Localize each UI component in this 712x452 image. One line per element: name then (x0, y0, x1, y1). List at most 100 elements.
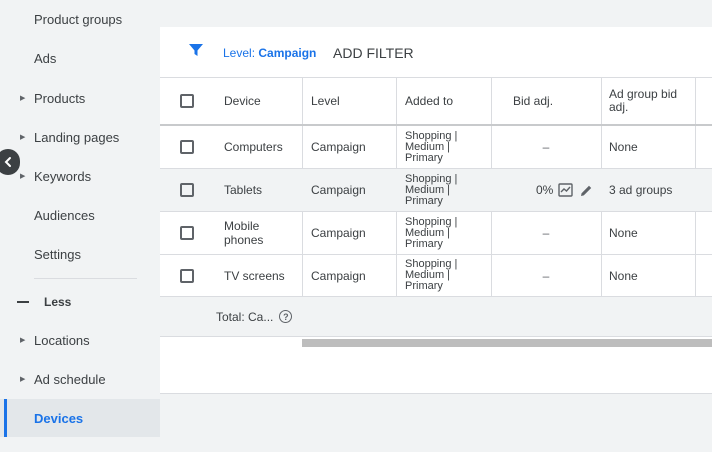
column-header-bid-adj[interactable]: Bid adj. (513, 78, 553, 124)
bid-adj-cell[interactable]: – (491, 126, 601, 168)
sidebar-item-ad-schedule[interactable]: ▶ Ad schedule (0, 360, 160, 398)
sidebar-item-label: Product groups (34, 11, 123, 27)
added-to-line: Medium | (405, 183, 451, 196)
row-checkbox-cell (180, 169, 194, 211)
column-header-line: adj. (609, 100, 629, 114)
column-header-level[interactable]: Level (311, 78, 340, 124)
sidebar-item-landing-pages[interactable]: ▶ Landing pages (0, 118, 160, 156)
added-to-cell: Shopping | Medium | Primary (405, 255, 457, 296)
ad-group-bid-adj-cell[interactable]: 3 ad groups (609, 169, 672, 211)
added-to-line: Shopping | (405, 129, 458, 142)
less-toggle[interactable]: Less (0, 286, 160, 318)
row-checkbox[interactable] (180, 268, 194, 283)
added-to-line: Primary (405, 194, 443, 207)
column-header-device[interactable]: Device (224, 78, 261, 124)
level-filter-prefix: Level: (223, 46, 259, 60)
table-header-row: Device Level Added to Bid adj. Ad group … (160, 77, 712, 126)
main-content: Level: Campaign ADD FILTER Device Level … (160, 0, 712, 452)
sidebar-item-keywords[interactable]: ▶ Keywords (0, 157, 160, 195)
device-line: Mobile (224, 219, 260, 233)
expand-triangle-icon: ▶ (20, 376, 26, 383)
sidebar-divider (34, 278, 137, 279)
device-cell: Computers (224, 140, 283, 154)
help-circle-icon[interactable]: ? (279, 310, 293, 323)
table-row: Mobile phones Campaign Shopping | Medium… (160, 212, 712, 255)
sidebar-item-label: Audiences (34, 207, 95, 223)
column-header-added-to[interactable]: Added to (405, 78, 453, 124)
filter-bar: Level: Campaign ADD FILTER (160, 27, 712, 77)
added-to-line: Shopping | (405, 172, 458, 185)
sidebar-item-label: Devices (34, 410, 84, 426)
sidebar-item-ads[interactable]: Ads (0, 39, 160, 77)
sidebar-item-locations[interactable]: ▶ Locations (0, 321, 160, 359)
added-to-cell: Shopping | Medium | Primary (405, 212, 457, 254)
device-cell: TV screens (224, 268, 285, 283)
added-to-line: Primary (405, 237, 443, 250)
row-checkbox-cell (180, 255, 194, 296)
sidebar-item-label: Locations (34, 332, 90, 348)
table-row: Computers Campaign Shopping | Medium | P… (160, 126, 712, 169)
device-line: phones (224, 233, 264, 247)
horizontal-scrollbar[interactable] (302, 339, 712, 347)
row-checkbox-cell (180, 212, 194, 254)
pencil-icon[interactable] (580, 184, 593, 197)
level-cell: Campaign (311, 268, 366, 283)
sidebar-item-devices[interactable]: Devices (0, 399, 160, 437)
sidebar-item-settings[interactable]: Settings (0, 235, 160, 273)
expand-triangle-icon: ▶ (20, 95, 26, 102)
level-cell: Campaign (311, 140, 366, 154)
expand-triangle-icon: ▶ (20, 173, 26, 180)
total-row: Total: Ca... ? (160, 297, 712, 337)
sidebar-item-audiences[interactable]: Audiences (0, 196, 160, 234)
bottom-panel (160, 393, 712, 452)
device-cell: Tablets (224, 183, 263, 197)
top-strip (160, 0, 712, 27)
bid-adj-value: 0% (536, 183, 554, 197)
sidebar-item-products[interactable]: ▶ Products (0, 79, 160, 117)
sidebar-item-label: Products (34, 90, 86, 106)
column-header-ad-group-bid-adj[interactable]: Ad group bid adj. (609, 78, 677, 124)
minus-icon (17, 301, 29, 303)
level-filter-chip[interactable]: Level: Campaign (223, 46, 316, 60)
add-filter-button[interactable]: ADD FILTER (333, 45, 414, 61)
ad-group-bid-adj-cell: None (609, 140, 638, 154)
trend-chart-icon[interactable] (558, 183, 574, 197)
select-all-checkbox-cell (180, 78, 194, 124)
sidebar-item-label: Ad schedule (34, 371, 106, 387)
ad-group-bid-adj-cell: None (609, 226, 638, 240)
sidebar-item-label: Settings (34, 246, 81, 262)
expand-triangle-icon: ▶ (20, 337, 26, 344)
sidebar-item-product-groups[interactable]: Product groups (0, 0, 160, 38)
device-cell: Mobile phones (224, 212, 263, 254)
bid-adj-cell[interactable]: – (491, 255, 601, 296)
added-to-cell: Shopping | Medium | Primary (405, 126, 457, 168)
sidebar-item-label: Keywords (34, 168, 92, 184)
added-to-line: Primary (405, 151, 443, 164)
level-cell: Campaign (311, 183, 366, 197)
sidebar-item-label: Landing pages (34, 129, 120, 145)
sidebar-nav: Product groups Ads ▶ Products ▶ Landing … (0, 0, 160, 452)
row-checkbox[interactable] (180, 183, 194, 197)
select-all-checkbox[interactable] (180, 94, 194, 108)
table-row: Tablets Campaign Shopping | Medium | Pri… (160, 169, 712, 212)
bid-adj-cell[interactable]: 0% (536, 169, 593, 211)
row-checkbox[interactable] (180, 140, 194, 154)
added-to-line: Primary (405, 280, 443, 292)
total-cell: Total: Ca... ? (216, 297, 293, 336)
filter-funnel-icon[interactable] (188, 42, 204, 58)
sidebar-item-label: Ads (34, 50, 57, 66)
active-indicator (4, 399, 7, 437)
added-to-line: Medium | (405, 140, 451, 153)
total-label: Total: Ca... (216, 309, 274, 324)
expand-triangle-icon: ▶ (20, 134, 26, 141)
level-cell: Campaign (311, 226, 366, 240)
less-label: Less (44, 295, 72, 309)
added-to-line: Shopping | (405, 215, 458, 228)
table-row: TV screens Campaign Shopping | Medium | … (160, 255, 712, 297)
chevron-left-icon (4, 157, 11, 167)
level-filter-value: Campaign (258, 46, 317, 60)
row-checkbox[interactable] (180, 226, 194, 240)
row-checkbox-cell (180, 126, 194, 168)
added-to-cell: Shopping | Medium | Primary (405, 169, 457, 211)
bid-adj-cell[interactable]: – (491, 212, 601, 254)
